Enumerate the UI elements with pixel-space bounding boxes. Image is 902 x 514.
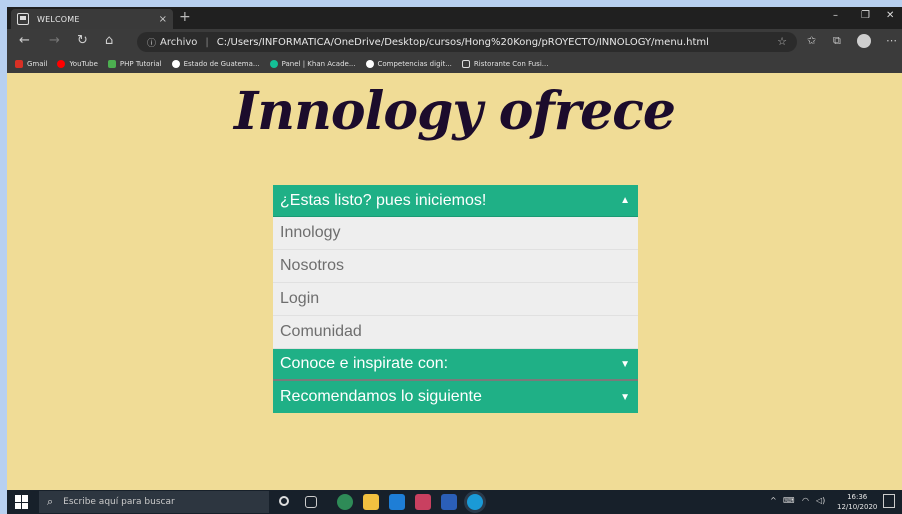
accordion-header-label: Recomendamos lo siguiente (280, 388, 482, 405)
bookmark-khan-academy[interactable]: Panel | Khan Acade... (269, 60, 356, 68)
vscode-icon[interactable] (389, 494, 405, 510)
menu-item-nosotros[interactable]: Nosotros (273, 250, 638, 283)
task-view-icon[interactable] (305, 496, 317, 508)
windows-start-icon[interactable] (15, 495, 29, 509)
bookmark-label: Estado de Guatema... (183, 60, 260, 68)
accordion-header-label: Conoce e inspirate con: (280, 355, 449, 372)
more-icon[interactable]: ⋯ (886, 35, 897, 47)
menu-item-login[interactable]: Login (273, 283, 638, 316)
browser-tab[interactable]: WELCOME × (11, 9, 173, 29)
url-text[interactable]: C:/Users/INFORMATICA/OneDrive/Desktop/cu… (217, 37, 709, 48)
bookmark-label: YouTube (69, 60, 98, 68)
tray-chevron-icon[interactable]: ^ (770, 496, 777, 505)
search-icon: ⌕ (47, 495, 54, 508)
globe-icon (171, 60, 180, 68)
bookmarks-bar: Gmail YouTube PHP Tutorial Estado de Gua… (7, 55, 902, 73)
globe-icon (365, 60, 374, 68)
chevron-down-icon: ▼ (620, 391, 630, 403)
home-icon[interactable]: ⌂ (105, 34, 113, 48)
minimize-icon[interactable]: – (833, 10, 838, 21)
tab-title: WELCOME (37, 14, 80, 24)
bookmark-php-tutorial[interactable]: PHP Tutorial (107, 60, 162, 68)
bookmark-gmail[interactable]: Gmail (15, 60, 47, 68)
url-separator: | (205, 36, 209, 48)
back-icon[interactable]: ← (19, 34, 30, 48)
keyboard-icon[interactable]: ⌨ (783, 496, 795, 505)
edge-icon[interactable] (467, 494, 483, 510)
collections-icon[interactable]: ⧉ (833, 35, 841, 47)
php-tutorial-icon (107, 60, 116, 68)
word-icon[interactable] (441, 494, 457, 510)
bookmark-label: Panel | Khan Acade... (281, 60, 356, 68)
bookmark-ristorante[interactable]: Ristorante Con Fusi... (461, 60, 549, 68)
address-bar[interactable]: ⓘ Archivo | C:/Users/INFORMATICA/OneDriv… (137, 32, 797, 52)
menu-item-innology[interactable]: Innology (273, 217, 638, 250)
forward-icon[interactable]: → (49, 34, 60, 48)
search-placeholder: Escribe aquí para buscar (63, 497, 175, 507)
page-icon (17, 13, 29, 25)
app-icon[interactable] (415, 494, 431, 510)
accordion-header-recomendamos[interactable]: Recomendamos lo siguiente ▼ (273, 381, 638, 413)
favorite-star-icon[interactable]: ☆ (777, 35, 787, 48)
bookmark-competencias[interactable]: Competencias digit... (365, 60, 452, 68)
page-content: Innology ofrece ¿Estas listo? pues inici… (7, 73, 902, 490)
browser-toolbar: ← → ↻ ⌂ ⓘ Archivo | C:/Users/INFORMATICA… (7, 29, 902, 55)
youtube-icon (57, 60, 66, 68)
bookmark-estado-guatemala[interactable]: Estado de Guatema... (171, 60, 260, 68)
accordion-menu: ¿Estas listo? pues iniciemos! ▲ Innology… (273, 185, 638, 413)
bookmark-label: Ristorante Con Fusi... (473, 60, 549, 68)
gmail-icon (15, 60, 23, 68)
cortana-icon[interactable] (279, 496, 289, 506)
favorites-icon[interactable]: ✩ (807, 35, 816, 47)
document-icon (461, 60, 470, 68)
refresh-icon[interactable]: ↻ (77, 34, 88, 48)
accordion-header-conoce[interactable]: Conoce e inspirate con: ▼ (273, 349, 638, 381)
bookmark-label: PHP Tutorial (119, 60, 162, 68)
clock-date: 12/10/2020 (837, 503, 878, 511)
info-icon[interactable]: ⓘ (147, 36, 156, 49)
url-scheme-label: Archivo (160, 36, 198, 48)
clock-time: 16:36 (847, 493, 868, 501)
chevron-up-icon: ▲ (620, 195, 630, 206)
new-tab-icon[interactable]: + (179, 9, 191, 25)
khan-academy-icon (269, 60, 278, 68)
bookmark-label: Competencias digit... (377, 60, 452, 68)
file-explorer-icon[interactable] (363, 494, 379, 510)
accordion-header-start[interactable]: ¿Estas listo? pues iniciemos! ▲ (273, 185, 638, 217)
browser-tab-bar: WELCOME × + – ❐ ✕ (7, 7, 902, 29)
taskbar-search-input[interactable]: ⌕ Escribe aquí para buscar (39, 491, 269, 513)
chevron-down-icon: ▼ (620, 358, 630, 370)
bookmark-youtube[interactable]: YouTube (57, 60, 98, 68)
restore-icon[interactable]: ❐ (861, 10, 870, 21)
taskbar: ⌕ Escribe aquí para buscar ^ ⌨ ◠ ◁) 16:3… (7, 490, 902, 514)
close-icon[interactable]: ✕ (886, 10, 894, 21)
wifi-icon[interactable]: ◠ (802, 496, 809, 505)
volume-icon[interactable]: ◁) (816, 496, 825, 505)
bookmark-label: Gmail (27, 60, 48, 68)
notification-icon[interactable] (883, 494, 895, 508)
menu-item-comunidad[interactable]: Comunidad (273, 316, 638, 349)
profile-avatar[interactable] (857, 34, 871, 48)
tab-close-icon[interactable]: × (159, 14, 167, 25)
accordion-header-label: ¿Estas listo? pues iniciemos! (280, 191, 487, 209)
chrome-icon[interactable] (337, 494, 353, 510)
page-title: Innology ofrece (233, 81, 676, 142)
taskbar-clock[interactable]: 16:36 12/10/2020 (837, 492, 877, 512)
